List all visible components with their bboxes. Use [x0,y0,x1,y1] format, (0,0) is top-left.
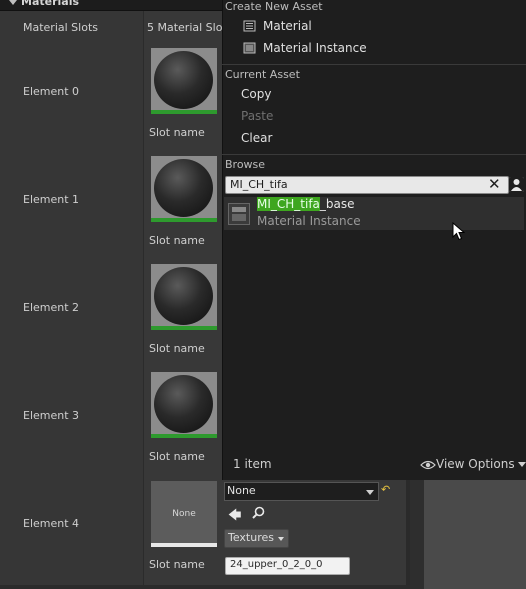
chevron-down-icon [278,537,284,541]
menu-separator [222,64,526,65]
material-thumbnail-none[interactable]: None [151,481,217,547]
element-2-label: Element 2 [23,301,80,314]
material-sphere-preview [154,267,213,325]
material-type-bar [151,110,217,114]
person-icon[interactable] [509,177,524,192]
element-1-label: Element 1 [23,193,80,206]
chevron-down-icon [517,462,526,467]
create-material-item[interactable]: Material [263,19,312,33]
copy-item[interactable]: Copy [241,87,271,101]
slot-name-label: Slot name [149,342,205,355]
material-thumbnail[interactable] [151,264,217,330]
browse-icon[interactable] [252,506,265,519]
collapse-arrow-icon[interactable] [9,0,17,5]
element-4-label: Element 4 [23,517,80,530]
textures-label: Textures [228,531,274,544]
asset-result-name: MI_CH_tifa_base [257,197,355,211]
material-type-bar [151,543,217,547]
paste-item[interactable]: Paste [241,109,273,123]
material-type-bar [151,326,217,330]
asset-search-input[interactable]: MI_CH_tifa [225,176,509,194]
view-options-button[interactable]: View Options [420,457,526,471]
material-instance-thumbnail-icon [228,203,250,225]
slot-name-label: Slot name [149,450,205,463]
material-thumbnail[interactable] [151,48,217,114]
slot-name-value: 24_upper_0_2_0_0 [230,559,323,570]
material-asset-combo[interactable]: None [224,482,379,501]
asset-result-type: Material Instance [257,214,361,228]
material-type-bar [151,434,217,438]
create-material-instance-item[interactable]: Material Instance [263,41,367,55]
material-icon [243,20,256,32]
view-options-label: View Options [436,457,515,471]
search-match-highlight: MI_CH_tifa [257,197,320,211]
material-instance-icon [243,42,256,54]
clear-item[interactable]: Clear [241,131,272,145]
element-3-label: Element 3 [23,409,80,422]
material-type-bar [151,218,217,222]
mouse-cursor-icon [452,222,465,241]
material-slots-label: Material Slots [23,21,98,34]
section-title: Materials [21,0,80,8]
current-asset-header: Current Asset [225,68,300,81]
chevron-down-icon [366,490,374,495]
material-thumbnail[interactable] [151,156,217,222]
clear-search-icon[interactable]: ✕ [488,175,501,193]
material-thumbnail[interactable] [151,372,217,438]
asset-name-rest: _base [319,197,355,211]
slot-name-label: Slot name [149,126,205,139]
search-value: MI_CH_tifa [230,178,288,191]
material-sphere-preview [154,375,213,433]
material-asset-value: None [227,484,256,497]
material-sphere-preview [154,159,213,217]
back-arrow-icon[interactable]: 🡄 [228,506,241,528]
material-slots-count: 5 Material Slots [147,21,233,34]
viewport-panel [424,480,526,589]
slot-name-label: Slot name [149,558,205,571]
item-count: 1 item [233,457,272,471]
reset-arrow-icon[interactable]: ↶ [381,483,390,496]
material-sphere-preview [154,51,213,109]
create-new-asset-header: Create New Asset [225,0,323,13]
eye-icon [420,460,436,469]
element-0-label: Element 0 [23,85,80,98]
slot-name-label: Slot name [149,234,205,247]
slot-name-input[interactable]: 24_upper_0_2_0_0 [225,557,350,575]
browse-header: Browse [225,158,266,171]
menu-separator [222,154,526,155]
textures-filter-button[interactable]: Textures [224,529,289,548]
none-thumbnail-text: None [172,509,196,519]
